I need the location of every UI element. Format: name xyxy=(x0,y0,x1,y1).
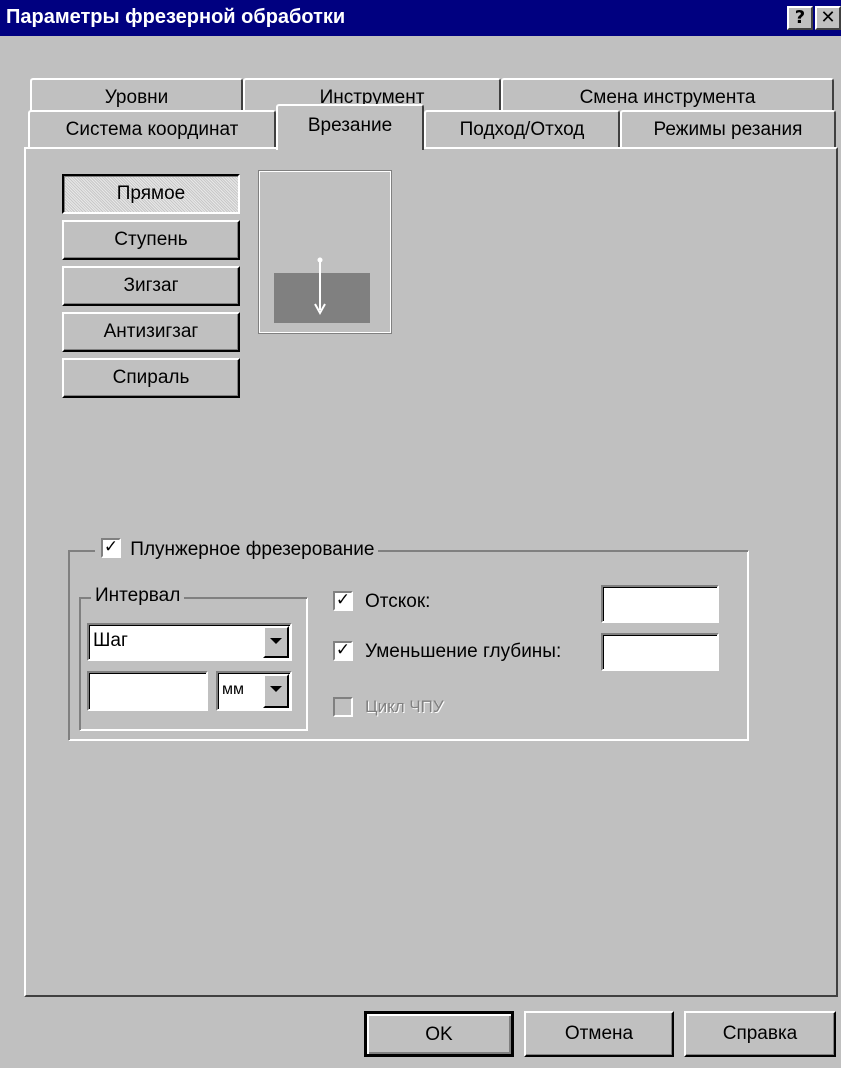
title-bar: Параметры фрезерной обработки ? ✕ xyxy=(0,0,841,36)
tab-approach-retract[interactable]: Подход/Отход xyxy=(424,110,620,150)
cancel-button[interactable]: Отмена xyxy=(524,1011,674,1057)
retract-checkbox[interactable]: ✓ xyxy=(333,591,353,611)
cnc-cycle-checkbox[interactable] xyxy=(333,697,353,717)
workpiece-block xyxy=(274,273,370,323)
plunge-legend: ✓ Плунжерное фрезерование xyxy=(95,538,379,563)
interval-mode-value: Шаг xyxy=(93,630,128,651)
help-footer-button[interactable]: Справка xyxy=(684,1011,836,1057)
tab-entry[interactable]: Врезание xyxy=(276,104,424,150)
retract-input[interactable] xyxy=(601,585,719,623)
retract-label: Отскок: xyxy=(365,591,431,612)
cnc-cycle-label: Цикл ЧПУ xyxy=(365,697,444,716)
interval-legend: Интервал xyxy=(91,585,185,607)
entry-spiral-button[interactable]: Спираль xyxy=(62,358,240,398)
plunge-label: Плунжерное фрезерование xyxy=(130,539,375,560)
entry-preview xyxy=(258,170,392,334)
tab-coordinate-system[interactable]: Система координат xyxy=(28,110,276,150)
depth-reduction-checkbox[interactable]: ✓ xyxy=(333,641,353,661)
entry-step-button[interactable]: Ступень xyxy=(62,220,240,260)
interval-unit-value: мм xyxy=(222,681,244,698)
chevron-down-icon[interactable] xyxy=(263,626,289,658)
help-button[interactable]: ? xyxy=(787,6,813,30)
depth-reduction-input[interactable] xyxy=(601,633,719,671)
tab-cutting-modes[interactable]: Режимы резания xyxy=(620,110,836,150)
entry-antizigzag-button[interactable]: Антизигзаг xyxy=(62,312,240,352)
tool-start-point xyxy=(317,257,323,263)
ok-button[interactable]: OK xyxy=(364,1011,514,1057)
interval-mode-select[interactable]: Шаг xyxy=(87,623,292,661)
depth-reduction-label: Уменьшение глубины: xyxy=(365,641,562,662)
close-button[interactable]: ✕ xyxy=(815,6,841,30)
chevron-down-icon[interactable] xyxy=(263,674,289,708)
entry-zigzag-button[interactable]: Зигзаг xyxy=(62,266,240,306)
interval-step-input[interactable] xyxy=(87,671,208,711)
entry-straight-button[interactable]: Прямое xyxy=(62,174,240,214)
entry-preview-image xyxy=(274,257,370,323)
window-title: Параметры фрезерной обработки xyxy=(6,6,346,28)
interval-unit-select[interactable]: мм xyxy=(216,671,292,711)
plunge-checkbox[interactable]: ✓ xyxy=(101,538,121,558)
